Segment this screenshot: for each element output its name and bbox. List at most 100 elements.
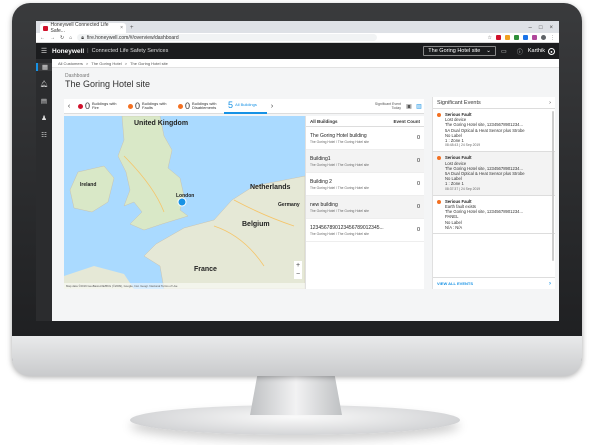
clipboard-icon[interactable]: ▤ <box>41 97 47 105</box>
table-row[interactable]: The Goring Hotel building The Goring Hot… <box>306 127 424 150</box>
stat-value: 0 <box>185 101 191 111</box>
view-all-label: VIEW ALL EVENTS <box>437 281 474 286</box>
building-path: The Goring Hotel / The Goring Hotel site <box>310 231 369 236</box>
column-header-count: Event Count <box>393 118 421 124</box>
breadcrumb-item[interactable]: The Goring Hotel <box>91 61 121 66</box>
column-header-name: All Buildings <box>310 118 338 124</box>
chevron-right-icon[interactable]: › <box>267 103 277 110</box>
stat-label: Buildings with Disablements <box>192 100 217 110</box>
fire-icon <box>78 103 83 109</box>
info-icon[interactable]: ⓘ <box>512 47 528 56</box>
forward-icon[interactable]: → <box>50 35 55 41</box>
minimize-icon[interactable]: – <box>529 23 532 33</box>
breadcrumb: All Customers > The Goring Hotel > The G… <box>52 59 559 68</box>
close-tab-icon[interactable]: × <box>120 25 123 31</box>
close-window-icon[interactable]: × <box>549 23 553 33</box>
table-row[interactable]: 1234567890123456789012345... The Goring … <box>306 219 424 242</box>
map-label: France <box>194 266 217 273</box>
map-attribution: Map data ©2019 GeoBasis-DE/BKG (©2009), … <box>64 283 305 289</box>
stat-disablements[interactable]: 0 Buildings with Disablements <box>174 99 224 114</box>
star-icon[interactable]: ☆ <box>488 35 492 41</box>
events-panel-header: Significant Events › <box>433 97 555 109</box>
event-card[interactable]: Serious Fault Lost device The Goring Hot… <box>433 152 555 196</box>
fault-icon <box>437 113 441 117</box>
stat-value: 0 <box>85 101 91 111</box>
profile-icon[interactable] <box>541 35 546 40</box>
building-path: The Goring Hotel / The Goring Hotel site <box>310 208 369 213</box>
building-name: The Goring Hotel building <box>310 132 367 139</box>
user-menu[interactable]: Karthik ● <box>528 47 559 55</box>
table-row[interactable]: new building The Goring Hotel / The Gori… <box>306 196 424 219</box>
view-all-events-link[interactable]: VIEW ALL EVENTS › <box>433 277 555 289</box>
extension-icon[interactable] <box>505 35 510 40</box>
chevron-left-icon[interactable]: ‹ <box>64 103 74 110</box>
map-view-icon[interactable]: ▥ <box>414 103 424 110</box>
dashboard-grid-icon[interactable]: ▦ <box>36 63 52 71</box>
map-label: London <box>176 193 195 199</box>
main-content: All Customers > The Goring Hotel > The G… <box>52 59 559 321</box>
kebab-menu-icon[interactable]: ⋮ <box>550 35 555 41</box>
building-marker-icon <box>177 197 187 207</box>
fault-icon <box>437 156 441 161</box>
table-row[interactable]: Building 2 The Goring Hotel / The Goring… <box>306 173 424 196</box>
map-label: Belgium <box>242 221 270 228</box>
zoom-out-button[interactable]: − <box>294 270 302 279</box>
extension-icon[interactable] <box>514 35 519 40</box>
left-nav-rail: ▦ 🔔︎ ▤ ♟ ☷ <box>36 59 52 321</box>
back-icon[interactable]: ← <box>40 35 45 41</box>
map-label: United Kingdom <box>134 120 189 127</box>
significant-event-filter[interactable]: Significant Event Today <box>375 102 404 110</box>
list-icon[interactable]: ☷ <box>41 131 47 139</box>
stat-value: 0 <box>135 101 141 111</box>
home-icon[interactable]: ⌂ <box>69 35 72 41</box>
event-card[interactable]: Serious Fault Lost device The Goring Hot… <box>433 109 555 153</box>
breadcrumb-sep: > <box>85 60 89 66</box>
maximize-icon[interactable]: □ <box>539 23 543 33</box>
breadcrumb-item[interactable]: All Customers <box>58 61 83 66</box>
table-row[interactable]: Building1 The Goring Hotel / The Goring … <box>306 150 424 173</box>
chevron-down-icon: ⌄ <box>486 48 491 54</box>
browser-address-bar: ← → ↻ ⌂ 🔒︎ fire.honeywell.com/#/overview… <box>36 33 559 43</box>
event-time: 08:37:37 | 24 Sep 2019 <box>445 186 481 191</box>
fault-icon <box>437 199 441 204</box>
map-label: Ireland <box>80 182 97 188</box>
event-card[interactable]: Serious Fault Earth fault exists The Gor… <box>433 196 555 235</box>
extension-icon[interactable] <box>523 35 528 40</box>
events-panel-title: Significant Events <box>437 99 481 106</box>
event-count: 0 <box>416 227 420 233</box>
stat-fire[interactable]: 0 Buildings with Fire <box>74 99 124 114</box>
monitor-scene: Honeywell Connected Life Safe... × + – □… <box>0 0 591 445</box>
building-name: new building <box>310 201 338 208</box>
stat-label: Buildings with Faults <box>142 100 167 110</box>
extension-icon[interactable] <box>496 35 501 40</box>
browser-tab[interactable]: Honeywell Connected Life Safe... × <box>40 22 126 34</box>
new-tab-button[interactable]: + <box>130 23 134 33</box>
event-line: N/A : N/A <box>445 224 463 230</box>
avatar-icon: ● <box>548 47 555 55</box>
stat-value: 5 <box>228 100 234 110</box>
chevron-right-icon[interactable]: › <box>549 100 551 106</box>
screen: Honeywell Connected Life Safe... × + – □… <box>36 21 559 321</box>
chat-icon[interactable]: ▭ <box>496 48 512 55</box>
url-input[interactable]: 🔒︎ fire.honeywell.com/#/overview/dashboa… <box>77 34 378 41</box>
events-scrollbar[interactable] <box>552 111 554 261</box>
hamburger-menu-icon[interactable]: ☰ <box>36 47 52 55</box>
map-canvas <box>64 116 305 289</box>
brand-separator: | <box>87 48 89 54</box>
event-count: 0 <box>416 135 420 141</box>
image-view-icon[interactable]: ▣ <box>404 103 414 110</box>
people-icon[interactable]: ♟ <box>41 114 47 122</box>
building-path: The Goring Hotel / The Goring Hotel site <box>310 185 369 190</box>
extension-icon[interactable] <box>532 35 537 40</box>
stat-all-buildings[interactable]: 5 All Buildings <box>224 99 268 114</box>
bell-icon[interactable]: 🔔︎ <box>40 80 48 88</box>
building-name: Building1 <box>310 155 331 162</box>
zoom-in-button[interactable]: + <box>294 261 302 270</box>
stat-label: All Buildings <box>235 101 257 107</box>
map-view[interactable]: United Kingdom Ireland Netherlands Londo… <box>64 116 305 289</box>
buildings-list: All Buildings Event Count The Goring Hot… <box>305 116 424 289</box>
event-count: 0 <box>416 181 420 187</box>
stat-faults[interactable]: 0 Buildings with Faults <box>124 99 174 114</box>
site-select[interactable]: The Goring Hotel site ⌄ <box>423 46 496 56</box>
reload-icon[interactable]: ↻ <box>60 35 64 41</box>
